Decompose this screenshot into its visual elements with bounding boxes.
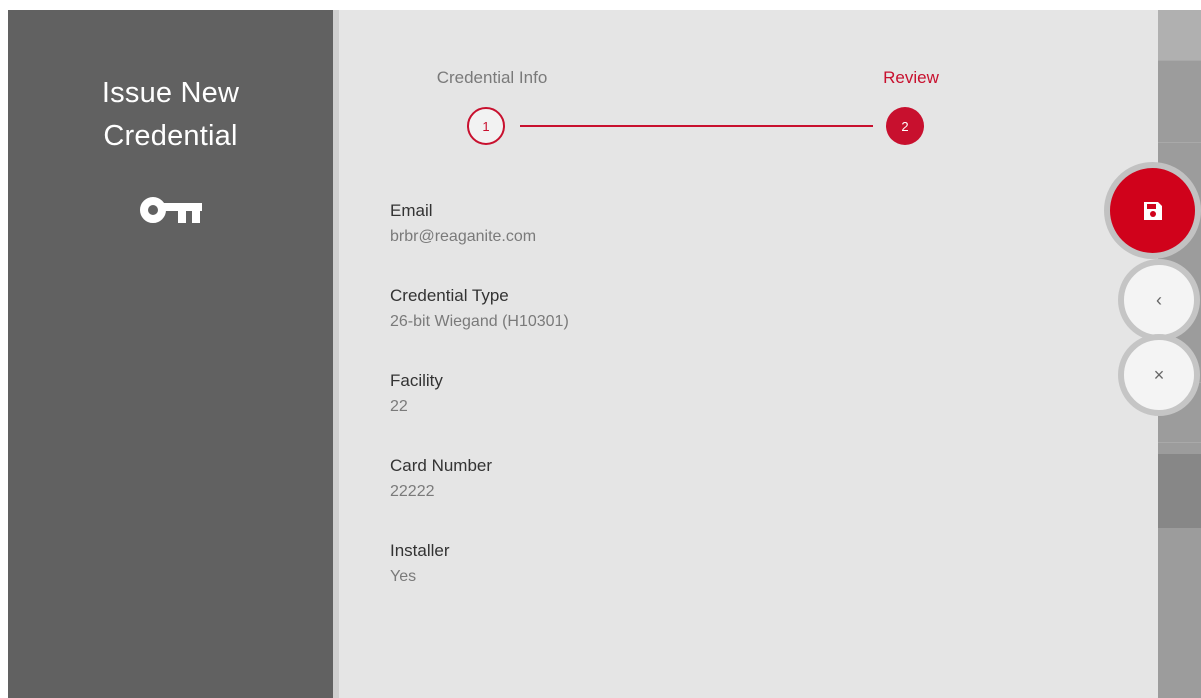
field-card-number: Card Number 22222: [390, 453, 569, 538]
dialog-title-line: Issue New: [101, 77, 240, 109]
field-label: Installer: [390, 541, 450, 560]
field-value: brbr@reaganite.com: [390, 228, 537, 245]
field-facility: Facility 22: [390, 368, 569, 453]
review-fields: Email brbr@reaganite.com Credential Type…: [390, 198, 569, 623]
field-installer: Installer Yes: [390, 538, 569, 623]
dialog-title-line: Credential: [103, 120, 238, 152]
field-value: Yes: [390, 568, 417, 585]
dialog-sidebar: Issue New Credential: [8, 10, 333, 698]
field-label: Facility: [390, 371, 443, 390]
back-button[interactable]: ‹: [1118, 259, 1200, 341]
stepper: Credential Info Review 1 2: [333, 10, 1158, 160]
key-icon: [140, 197, 202, 223]
field-credential-type: Credential Type 26-bit Wiegand (H10301): [390, 283, 569, 368]
background-band: [1157, 10, 1201, 60]
close-icon: ×: [1153, 365, 1165, 385]
close-button[interactable]: ×: [1118, 334, 1200, 416]
floppy-disk-icon: [1143, 201, 1162, 220]
step-label-review[interactable]: Review: [883, 68, 939, 88]
field-label: Credential Type: [390, 286, 509, 305]
dialog-title: Issue New Credential: [8, 72, 333, 158]
background-band: [1157, 454, 1201, 528]
step-2-circle[interactable]: 2: [886, 107, 924, 145]
field-value: 22: [390, 398, 408, 415]
panel-edge: [333, 10, 339, 698]
field-label: Card Number: [390, 456, 493, 475]
chevron-left-icon: ‹: [1156, 290, 1162, 310]
stepper-connector: [520, 125, 873, 127]
field-value: 26-bit Wiegand (H10301): [390, 313, 569, 330]
field-label: Email: [390, 201, 433, 220]
step-label-credential-info[interactable]: Credential Info: [437, 68, 548, 88]
dialog-content: Credential Info Review 1 2 Email brbr@re…: [333, 10, 1158, 698]
save-button[interactable]: [1104, 162, 1201, 259]
field-value: 22222: [390, 483, 435, 500]
field-email: Email brbr@reaganite.com: [390, 198, 569, 283]
step-1-circle[interactable]: 1: [467, 107, 505, 145]
